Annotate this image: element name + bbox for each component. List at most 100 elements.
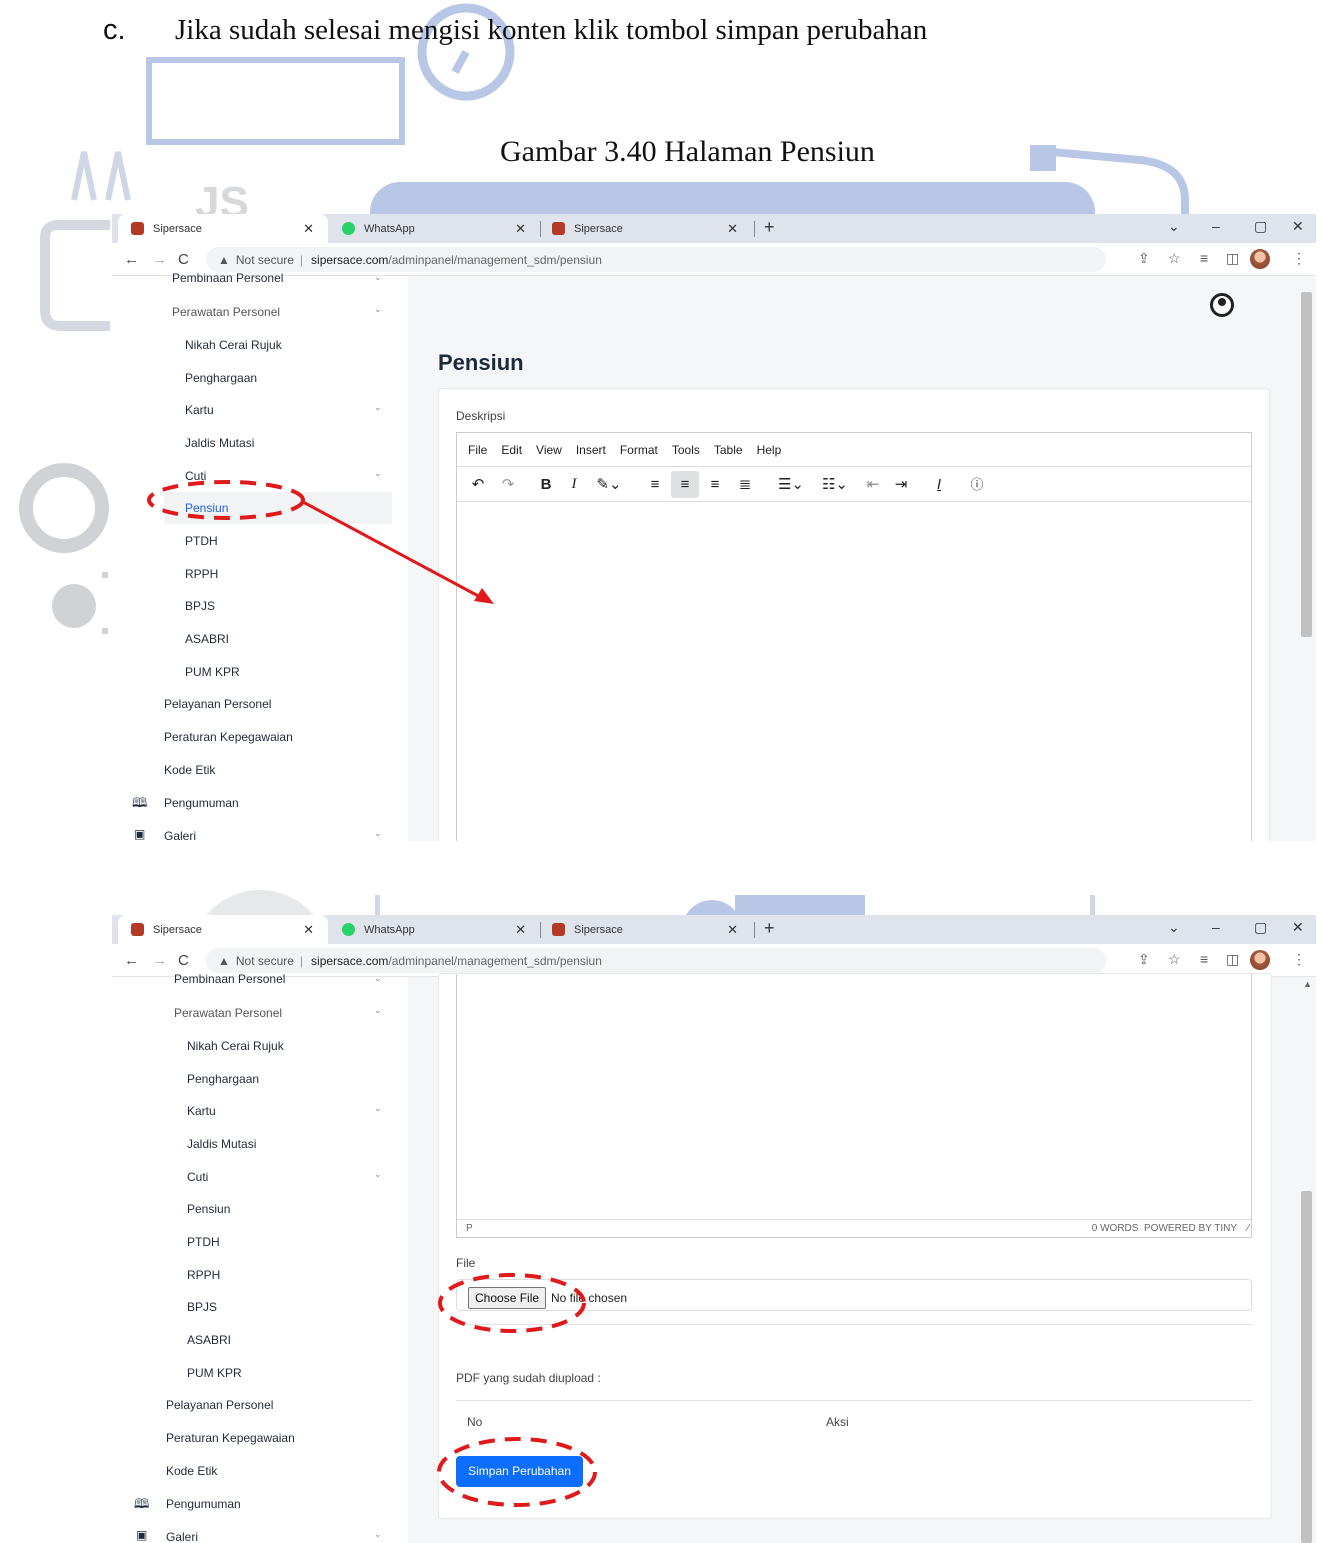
maximize-icon[interactable]: ▢: [1254, 919, 1267, 936]
close-tab-icon[interactable]: ✕: [727, 221, 738, 237]
save-changes-button[interactable]: Simpan Perubahan: [456, 1456, 583, 1487]
close-tab-icon[interactable]: ✕: [515, 221, 526, 237]
user-menu-icon[interactable]: [1210, 293, 1234, 317]
sidebar-item-pelayanan[interactable]: Pelayanan Personel: [166, 1398, 273, 1412]
close-window-icon[interactable]: ✕: [1292, 218, 1304, 235]
menu-help[interactable]: Help: [757, 443, 782, 457]
sidebar-item-ptdh[interactable]: PTDH: [185, 534, 218, 548]
choose-file-button[interactable]: Choose File: [468, 1287, 547, 1309]
close-tab-icon[interactable]: ✕: [303, 922, 314, 938]
scroll-up-icon[interactable]: ▲: [1303, 979, 1312, 989]
menu-edit[interactable]: Edit: [501, 443, 522, 457]
tab-search-icon[interactable]: ⌄: [1168, 218, 1180, 235]
menu-insert[interactable]: Insert: [576, 443, 606, 457]
reload-icon[interactable]: C: [178, 251, 189, 268]
menu-format[interactable]: Format: [620, 443, 658, 457]
align-center-icon[interactable]: ≡: [671, 471, 699, 498]
tab-sipersace[interactable]: Sipersace ✕: [542, 214, 752, 243]
new-tab-icon[interactable]: +: [764, 918, 775, 939]
italic-icon[interactable]: I: [563, 467, 585, 502]
url-field[interactable]: ▲ Not secure | sipersace.com/adminpanel/…: [206, 247, 1106, 272]
sidebar-item-pum-kpr[interactable]: PUM KPR: [185, 665, 240, 679]
tab-sipersace-active[interactable]: Sipersace ✕: [118, 915, 328, 944]
new-tab-icon[interactable]: +: [764, 217, 775, 238]
file-input[interactable]: Choose File No file chosen: [456, 1279, 1252, 1311]
menu-table[interactable]: Table: [714, 443, 743, 457]
redo-icon[interactable]: ↷: [497, 467, 519, 502]
sidebar-item-asabri[interactable]: ASABRI: [185, 632, 229, 646]
sidebar-item-kartu[interactable]: Kartu: [187, 1104, 216, 1118]
page-scrollbar[interactable]: [1301, 1191, 1312, 1543]
sidebar-item-cuti[interactable]: Cuti: [187, 1170, 208, 1184]
back-icon[interactable]: ←: [124, 251, 139, 268]
sidebar-item-galeri[interactable]: Galeri: [166, 1530, 198, 1543]
minimize-icon[interactable]: –: [1212, 218, 1220, 234]
resize-handle-icon[interactable]: ⁄: [1247, 1223, 1249, 1234]
sidebar-item-pengumuman[interactable]: Pengumuman: [166, 1497, 241, 1511]
sidebar-item-nikah[interactable]: Nikah Cerai Rujuk: [187, 1039, 284, 1053]
minimize-icon[interactable]: –: [1212, 919, 1220, 935]
sidebar-item-asabri[interactable]: ASABRI: [187, 1333, 231, 1347]
close-tab-icon[interactable]: ✕: [303, 221, 314, 237]
sidebar-item-pembinaan[interactable]: Pembinaan Personel: [174, 972, 285, 986]
sidebar-item-penghargaan[interactable]: Penghargaan: [185, 371, 257, 385]
share-icon[interactable]: ⇪: [1138, 951, 1150, 968]
sidebar-item-kode-etik[interactable]: Kode Etik: [164, 763, 215, 777]
numbered-list-icon[interactable]: ☷⌄: [815, 467, 855, 502]
reading-list-icon[interactable]: ≡: [1200, 951, 1208, 967]
help-icon[interactable]: ⓘ: [965, 467, 989, 502]
tab-whatsapp[interactable]: WhatsApp ✕: [330, 915, 540, 944]
undo-icon[interactable]: ↶: [467, 467, 489, 502]
sidebar-item-kode-etik[interactable]: Kode Etik: [166, 1464, 217, 1478]
profile-avatar[interactable]: [1250, 950, 1270, 970]
sidebar-item-ptdh[interactable]: PTDH: [187, 1235, 220, 1249]
menu-kebab-icon[interactable]: ⋮: [1292, 951, 1306, 968]
menu-view[interactable]: View: [536, 443, 562, 457]
sidebar-item-nikah[interactable]: Nikah Cerai Rujuk: [185, 338, 282, 352]
sidebar-item-jaldis[interactable]: Jaldis Mutasi: [185, 436, 254, 450]
maximize-icon[interactable]: ▢: [1254, 218, 1267, 235]
justify-icon[interactable]: ≣: [733, 467, 757, 502]
share-icon[interactable]: ⇪: [1138, 250, 1150, 267]
reading-list-icon[interactable]: ≡: [1200, 250, 1208, 266]
close-window-icon[interactable]: ✕: [1292, 919, 1304, 936]
tab-sipersace-active[interactable]: Sipersace ✕: [118, 214, 328, 243]
align-right-icon[interactable]: ≡: [703, 467, 727, 502]
bold-icon[interactable]: B: [535, 467, 557, 502]
sidebar-item-peraturan[interactable]: Peraturan Kepegawaian: [164, 730, 293, 744]
tab-whatsapp[interactable]: WhatsApp ✕: [330, 214, 540, 243]
profile-avatar[interactable]: [1250, 249, 1270, 269]
sidebar-item-rpph[interactable]: RPPH: [187, 1268, 220, 1282]
back-icon[interactable]: ←: [124, 952, 139, 969]
forward-icon[interactable]: →: [152, 251, 167, 268]
sidebar-item-bpjs[interactable]: BPJS: [187, 1300, 217, 1314]
sidebar-item-pum-kpr[interactable]: PUM KPR: [187, 1366, 242, 1380]
menu-tools[interactable]: Tools: [672, 443, 700, 457]
sidebar-item-rpph[interactable]: RPPH: [185, 567, 218, 581]
rich-text-editor[interactable]: File Edit View Insert Format Tools Table…: [456, 432, 1252, 841]
sidebar-item-kartu[interactable]: Kartu: [185, 403, 214, 417]
side-panel-icon[interactable]: ◫: [1226, 951, 1239, 968]
menu-file[interactable]: File: [468, 443, 487, 457]
sidebar-item-pembinaan[interactable]: Pembinaan Personel: [172, 271, 283, 285]
sidebar-item-perawatan[interactable]: Perawatan Personel: [172, 305, 280, 319]
page-scrollbar[interactable]: [1301, 292, 1312, 637]
align-left-icon[interactable]: ≡: [643, 467, 667, 502]
sidebar-item-pengumuman[interactable]: Pengumuman: [164, 796, 239, 810]
highlight-color-icon[interactable]: ✎⌄: [591, 467, 627, 502]
url-field[interactable]: ▲ Not secure | sipersace.com/adminpanel/…: [206, 948, 1106, 973]
indent-icon[interactable]: ⇥: [889, 467, 913, 502]
sidebar-item-pensiun[interactable]: Pensiun: [185, 501, 228, 515]
close-tab-icon[interactable]: ✕: [727, 922, 738, 938]
tab-sipersace[interactable]: Sipersace ✕: [542, 915, 752, 944]
sidebar-item-pelayanan[interactable]: Pelayanan Personel: [164, 697, 271, 711]
sidebar-item-cuti[interactable]: Cuti: [185, 469, 206, 483]
reload-icon[interactable]: C: [178, 952, 189, 969]
bookmark-star-icon[interactable]: ☆: [1168, 951, 1181, 968]
menu-kebab-icon[interactable]: ⋮: [1292, 250, 1306, 267]
clear-formatting-icon[interactable]: I: [927, 467, 951, 502]
forward-icon[interactable]: →: [152, 952, 167, 969]
tab-search-icon[interactable]: ⌄: [1168, 919, 1180, 936]
side-panel-icon[interactable]: ◫: [1226, 250, 1239, 267]
sidebar-item-bpjs[interactable]: BPJS: [185, 599, 215, 613]
